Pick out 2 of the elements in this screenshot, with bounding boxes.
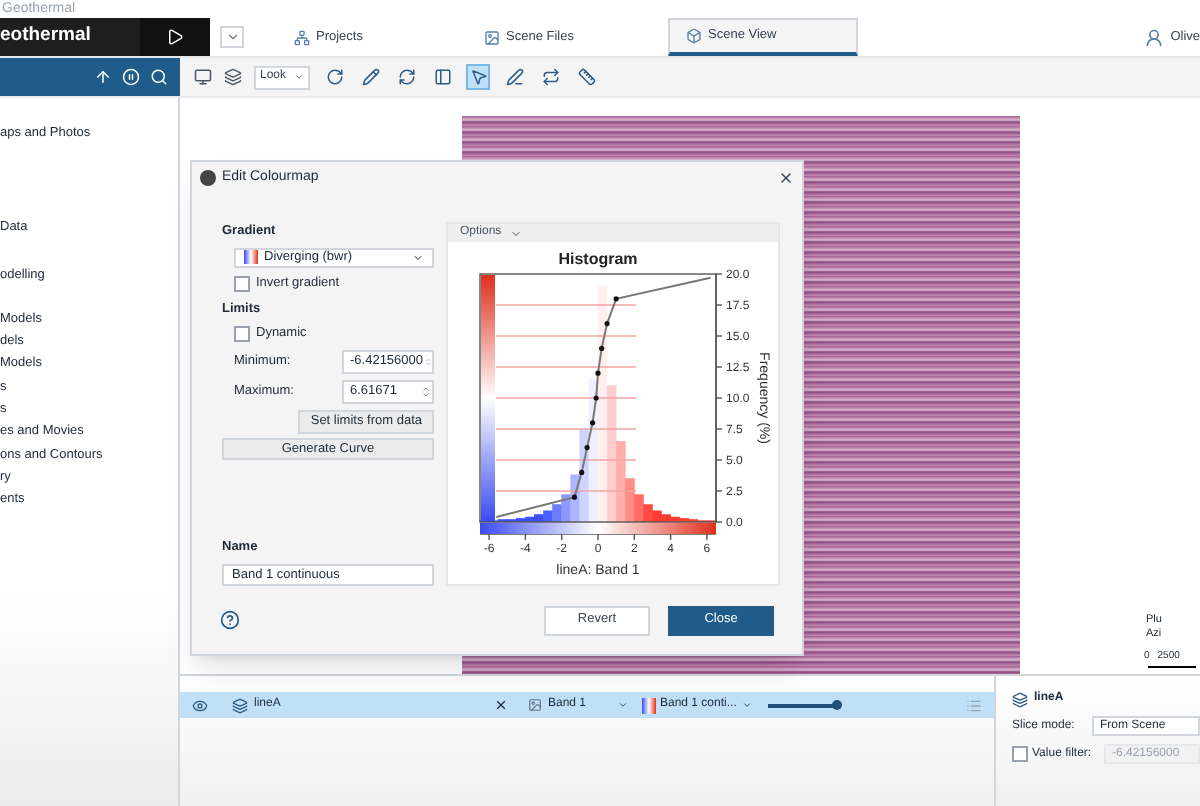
chart-title: Histogram	[558, 250, 638, 268]
project-title: eothermal	[0, 22, 91, 51]
